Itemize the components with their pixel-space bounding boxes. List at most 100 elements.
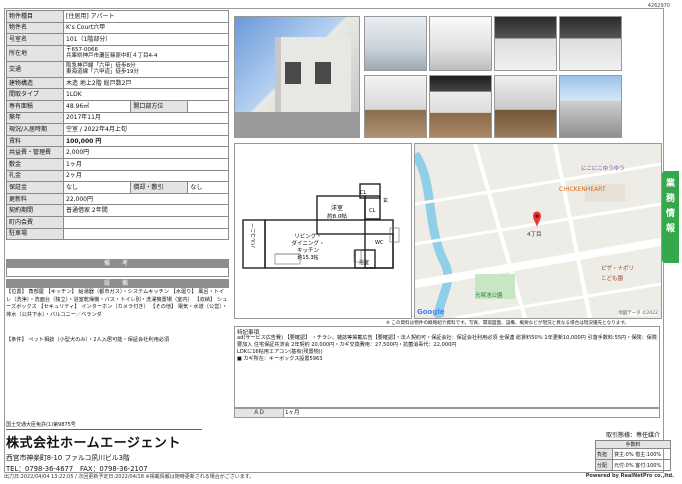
spec-label: 築年 [6, 111, 64, 125]
living-photo-2 [429, 75, 492, 138]
map-label-pizza: ピザ・ナポリ [601, 266, 635, 272]
company-address: 西宮市神楽町8-10 ファルコ夙川ビル3階 [6, 454, 130, 462]
spec-value: なし [62, 181, 132, 194]
spec-value: 阪急神戸線「六甲」徒歩8分 東海道線「六甲道」徒歩19分 [63, 60, 229, 78]
special-notes-box: 特記事項 ad(サービス広告費) 【要確認】 ・チラシ、雑誌等掲載広告【要確認】… [234, 326, 660, 408]
broker-box: 取引態様：専任媒介 手数料 負担 貸主:0% 借主:100% 分配 元付:0% … [595, 430, 671, 472]
ad-value: 1ヶ月 [285, 410, 300, 416]
spec-row: 交通 阪急神戸線「六甲」徒歩8分 東海道線「六甲道」徒歩19分 [6, 60, 229, 78]
spec-label: 現況/入居時期 [6, 123, 64, 136]
spec-label: 共益費・管理費 [6, 146, 64, 159]
spec-label-2: 開口部方位 [130, 99, 189, 113]
map-label-nikoniko: にこにこゆうゆう [581, 166, 625, 172]
ldk-label-1: リビング・ [294, 232, 322, 240]
spec-label-2: 償却・敷引 [130, 181, 189, 194]
bath-label: 浴室 [359, 259, 369, 266]
spec-value: 22,000円 [63, 192, 229, 206]
location-map[interactable]: CHICKENHEART にこにこゆうゆう 4丁目 光塚池公園 ピザ・ナポリ こ… [414, 143, 662, 319]
spec-value: 48.96㎡ [62, 99, 132, 113]
balcony-photo [559, 75, 622, 138]
map-credit: 地図データ ©2022 [618, 310, 658, 316]
western-room-size: 約8.0帖 [327, 212, 347, 220]
western-room-label: 洋室 [331, 204, 343, 212]
ldk-label-3: キッチン [297, 247, 320, 254]
spec-row: 町内会費 [6, 215, 229, 229]
spec-value: 普通借家 2年間 [63, 204, 229, 217]
spec-value: K's Court六甲 [63, 21, 229, 35]
map-label-park: 光塚池公園 [475, 293, 503, 299]
spec-row: 所在地 〒657-0066 兵庫県神戸市灘区篠原中町４丁目4-4 [6, 44, 229, 62]
map-label-kodomo: こども園 [601, 276, 624, 282]
bedroom-photo [494, 75, 557, 138]
spec-value [63, 227, 229, 241]
spec-row: 更新料 22,000円 [6, 192, 229, 206]
map-label-chickenheart: CHICKENHEART [559, 186, 606, 193]
company-name: 株式会社ホームエージェント [6, 436, 181, 451]
floor-plan: 洋室 約8.0帖 CL CL 玄 リビング・ ダイニング・ キッチン 約15.3… [234, 143, 412, 319]
spec-value: 2ヶ月 [63, 169, 229, 183]
spec-row: 賃料 100,000 円 [6, 134, 229, 148]
washroom-photo [429, 16, 492, 71]
split-value: 元付:0% 客付:100% [612, 459, 671, 471]
spec-row: 現況/入居時期 空室 / 2022年4月上旬 [6, 123, 229, 136]
spec-row: 契約期間 普通借家 2年間 [6, 204, 229, 217]
spec-label: 礼金 [6, 169, 64, 183]
spec-label: 所在地 [6, 44, 64, 62]
spec-row: 号室名 101（1階部分） [6, 33, 229, 46]
closet-label-1: CL [360, 190, 366, 196]
burden-value: 貸主:0% 借主:100% [612, 448, 671, 460]
commission-table: 手数料 負担 貸主:0% 借主:100% 分配 元付:0% 客付:100% [595, 440, 671, 471]
spec-value: 101（1階部分） [63, 33, 229, 46]
bathroom-photo [364, 16, 427, 71]
spec-row: 物件名 K's Court六甲 [6, 21, 229, 35]
spec-label: 賃料 [6, 134, 64, 148]
spec-row: 建物構造 木造 地上2階 総戸数2戸 [6, 76, 229, 90]
main-exterior-photo [234, 16, 360, 138]
spec-value: 木造 地上2階 総戸数2戸 [63, 76, 229, 90]
spec-value: 空室 / 2022年4月上旬 [63, 123, 229, 136]
balcony-label: バルコニー [251, 223, 257, 248]
spec-row: 駐車場 [6, 227, 229, 241]
living-photo-1 [364, 75, 427, 138]
spec-value-2 [187, 99, 229, 113]
spec-row: 専有面積 48.96㎡ 開口部方位 [6, 99, 229, 113]
spec-row: 共益費・管理費 2,000円 [6, 146, 229, 159]
spec-value: 2017年11月 [63, 111, 229, 125]
spec-table: 物件種目 [住居用] アパート 物件名 K's Court六甲 号室名 101（1階部分）… [6, 10, 229, 241]
spec-value: 1ヶ月 [63, 157, 229, 171]
wc-label: WC [375, 240, 384, 246]
conditions-text: 【条件】 ペット相談（小型犬のみ）・2人入居可能・保証会社利用必須 [6, 337, 170, 343]
spec-row: 間取タイプ 1LDK [6, 88, 229, 101]
ldk-label-2: ダイニング・ [291, 239, 324, 247]
facilities-header: 設 備 [6, 279, 229, 288]
business-info-tab[interactable]: 業 務 情 報 [662, 171, 679, 263]
spec-label: 交通 [6, 60, 64, 78]
license-number: 国土交通大臣免許(1)第9875号 [6, 421, 202, 430]
spec-label: 専有面積 [6, 99, 64, 113]
split-label: 分配 [595, 459, 613, 471]
burden-label: 負担 [595, 448, 613, 460]
ad-label: ＡＤ [235, 409, 284, 417]
spec-value-2: なし [187, 181, 229, 194]
spec-value: [住居用] アパート [63, 10, 229, 23]
footer-output-date: 出力日:2022/04/04 13:22:05 / 次回更新予定日:2022/0… [4, 474, 255, 480]
kitchen-photo-1 [494, 16, 557, 71]
kitchen-photo-2 [559, 16, 622, 71]
spec-label: 敷金 [6, 157, 64, 171]
spec-label: 更新料 [6, 192, 64, 206]
google-logo: Google [417, 308, 445, 316]
spec-value: 2,000円 [63, 146, 229, 159]
ad-row: ＡＤ 1ヶ月 [234, 408, 660, 418]
map-label-4chome: 4丁目 [527, 232, 542, 238]
floor-plan-drawing: 洋室 約8.0帖 CL CL 玄 リビング・ ダイニング・ キッチン 約15.3… [242, 183, 400, 269]
closet-label-2: CL [369, 208, 375, 214]
spec-row: 築年 2017年11月 [6, 111, 229, 125]
special-notes-text: ad(サービス広告費) 【要確認】 ・チラシ、雑誌等掲載広告【要確認】・法人契約… [237, 335, 657, 362]
commission-header: 手数料 [595, 440, 671, 449]
spec-value: 〒657-0066 兵庫県神戸市灘区篠原中町４丁目4-4 [63, 44, 229, 62]
spec-label: 契約期間 [6, 204, 64, 217]
spec-row: 敷金 1ヶ月 [6, 157, 229, 171]
spec-label: 駐車場 [6, 227, 64, 241]
spec-row: 保証金 なし 償却・敷引 なし [6, 181, 229, 194]
spec-value [63, 215, 229, 229]
